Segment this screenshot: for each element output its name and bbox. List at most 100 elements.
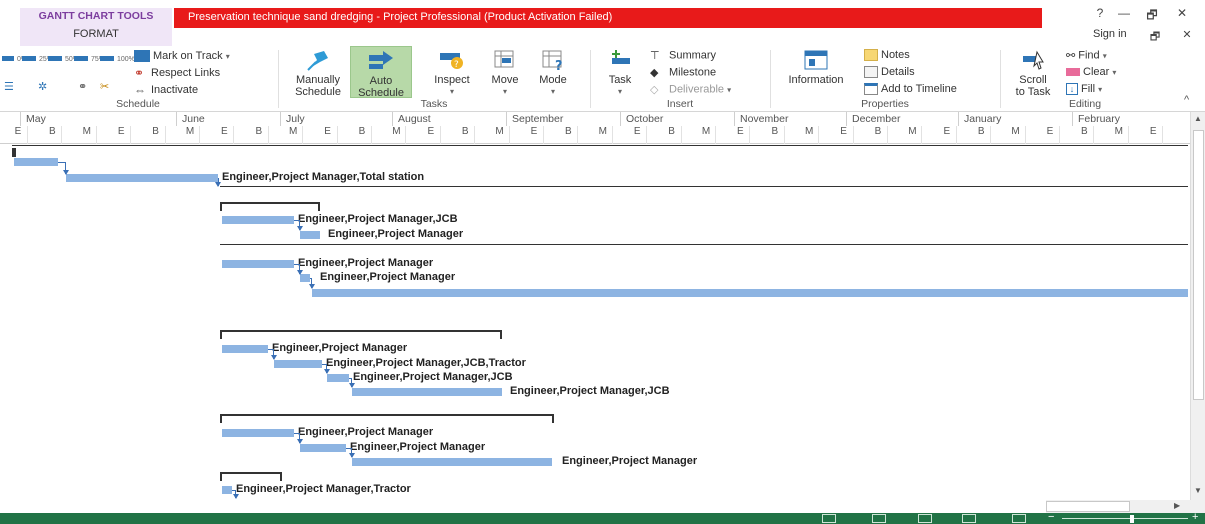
- task-bar[interactable]: [352, 458, 552, 466]
- task-bar[interactable]: [352, 388, 502, 396]
- zoom-slider[interactable]: [1062, 518, 1188, 519]
- find-button[interactable]: ⚯ Find ▾: [1066, 49, 1107, 62]
- close-button[interactable]: ✕: [1170, 6, 1194, 24]
- task-bar[interactable]: [274, 360, 322, 368]
- task-bar[interactable]: [300, 231, 320, 239]
- summary-task-bar[interactable]: [12, 148, 16, 157]
- horizontal-scrollbar[interactable]: ▶: [1046, 500, 1205, 513]
- eraser-icon: [1066, 68, 1080, 77]
- link-arrow-icon: [215, 182, 221, 187]
- help-button[interactable]: ?: [1088, 6, 1112, 24]
- summary-task-bar[interactable]: [220, 472, 282, 481]
- timescale-month: February: [1078, 113, 1121, 125]
- manually-schedule-button[interactable]: Manually Schedule: [286, 48, 350, 98]
- vertical-scroll-thumb[interactable]: [1193, 130, 1204, 400]
- mark-on-track-button[interactable]: Mark on Track ▾: [134, 50, 230, 63]
- insert-summary-button[interactable]: ⊤ Summary: [650, 49, 716, 62]
- scroll-to-task-button[interactable]: Scroll to Task: [1008, 48, 1058, 98]
- task-bar[interactable]: [14, 158, 58, 166]
- view-shortcut-icon[interactable]: [822, 514, 836, 523]
- resource-label: Engineer,Project Manager,JCB,Tractor: [326, 357, 526, 369]
- inspect-button[interactable]: ? Inspect ▾: [424, 48, 480, 98]
- notes-button[interactable]: Notes: [864, 49, 910, 62]
- vertical-scrollbar[interactable]: ▲ ▼: [1190, 112, 1205, 500]
- gantt-view-icon[interactable]: [872, 514, 886, 523]
- unlink-tasks-icon[interactable]: ✂: [100, 80, 109, 93]
- task-bar[interactable]: [300, 444, 346, 452]
- tick-divider: [95, 126, 97, 144]
- zoom-in-icon[interactable]: +: [1192, 511, 1198, 523]
- details-button[interactable]: Details: [864, 66, 915, 79]
- resource-label: Engineer,Project Manager: [272, 342, 408, 354]
- timeline-icon: [864, 83, 878, 96]
- gantt-chart-tools-tab[interactable]: GANTT CHART TOOLS FORMAT: [20, 8, 172, 46]
- summary-rollup-line: [12, 145, 1188, 146]
- summary-task-bar[interactable]: [220, 330, 502, 339]
- zoom-100-button[interactable]: 100%: [100, 52, 135, 64]
- minimize-button[interactable]: —: [1112, 6, 1136, 24]
- horizontal-scroll-thumb[interactable]: [1046, 501, 1130, 512]
- insert-deliverable-button[interactable]: ◇ Deliverable ▾: [650, 83, 731, 96]
- team-planner-view-icon[interactable]: [962, 514, 976, 523]
- month-divider: [734, 112, 735, 126]
- scroll-up-icon[interactable]: ▲: [1194, 114, 1202, 123]
- information-button[interactable]: Information: [776, 48, 856, 86]
- tick-divider: [715, 126, 716, 144]
- resource-sheet-view-icon[interactable]: [1012, 514, 1026, 523]
- collapse-ribbon-icon[interactable]: ^: [1184, 94, 1189, 106]
- timescale-tick: B: [49, 126, 56, 137]
- timescale-tick: E: [633, 126, 641, 137]
- close-document-icon[interactable]: ✕: [1180, 28, 1194, 42]
- mode-label: Mode: [539, 74, 567, 86]
- move-button[interactable]: Move ▾: [482, 48, 528, 98]
- tick-divider: [955, 126, 957, 144]
- link-arrow-icon: [349, 453, 355, 458]
- binoculars-icon: ⚯: [1066, 50, 1076, 62]
- task-bar[interactable]: [222, 345, 268, 353]
- restore-button[interactable]: 🗗: [1140, 6, 1164, 24]
- fill-button[interactable]: ↓ Fill ▾: [1066, 83, 1102, 96]
- task-bar[interactable]: [327, 374, 349, 382]
- task-bar[interactable]: [222, 429, 294, 437]
- timescale-tick: M: [908, 126, 917, 137]
- auto-schedule-button[interactable]: Auto Schedule: [350, 46, 412, 99]
- zoom-slider-thumb[interactable]: [1130, 515, 1134, 523]
- tick-divider: [405, 126, 407, 144]
- task-bar[interactable]: [222, 486, 232, 494]
- task-bar[interactable]: [222, 216, 294, 224]
- scroll-down-icon[interactable]: ▼: [1194, 486, 1202, 495]
- milestone-icon: ◆: [650, 67, 659, 79]
- summary-task-bar[interactable]: [220, 202, 320, 211]
- auto-label: Auto: [369, 75, 393, 87]
- resource-label: Engineer,Project Manager,Total station: [222, 171, 425, 183]
- link-arrow-icon: [271, 355, 277, 360]
- sign-in-link[interactable]: Sign in: [1093, 28, 1127, 40]
- inactivate-button[interactable]: ⇔ Inactivate: [134, 84, 198, 96]
- task-bar[interactable]: [66, 174, 218, 182]
- insert-task-button[interactable]: Task ▾: [598, 48, 642, 98]
- link-arrow-icon: [309, 284, 315, 289]
- insert-milestone-button[interactable]: ◆ Milestone: [650, 66, 716, 79]
- task-usage-view-icon[interactable]: [918, 514, 932, 523]
- indent-icon[interactable]: ☰: [4, 80, 14, 93]
- task-bar[interactable]: [222, 260, 294, 268]
- add-to-timeline-button[interactable]: Add to Timeline: [864, 83, 957, 96]
- task-bar[interactable]: [300, 274, 310, 282]
- task-bar[interactable]: [312, 289, 1188, 297]
- properties-group-label: Properties: [861, 98, 909, 110]
- tick-divider: [61, 126, 63, 144]
- tick-divider: [199, 126, 200, 144]
- gantt-chart-area[interactable]: Engineer,Project Manager,Total station En…: [0, 144, 1190, 500]
- zoom-out-icon[interactable]: −: [1048, 511, 1054, 523]
- clear-button[interactable]: Clear ▾: [1066, 66, 1116, 78]
- tab-format[interactable]: FORMAT: [20, 28, 172, 40]
- summary-task-bar[interactable]: [220, 414, 554, 423]
- split-task-icon[interactable]: ✲: [38, 80, 47, 93]
- scroll-right-icon[interactable]: ▶: [1174, 501, 1180, 510]
- window-title: Preservation technique sand dredging - P…: [188, 11, 613, 23]
- respect-links-button[interactable]: ⚭ Respect Links: [134, 67, 220, 79]
- ribbon-display-options-icon[interactable]: 🗗: [1148, 28, 1162, 43]
- link-arrow-icon: [233, 494, 239, 499]
- mode-button[interactable]: ? Mode ▾: [530, 48, 576, 98]
- link-tasks-icon[interactable]: ⚭: [78, 80, 87, 93]
